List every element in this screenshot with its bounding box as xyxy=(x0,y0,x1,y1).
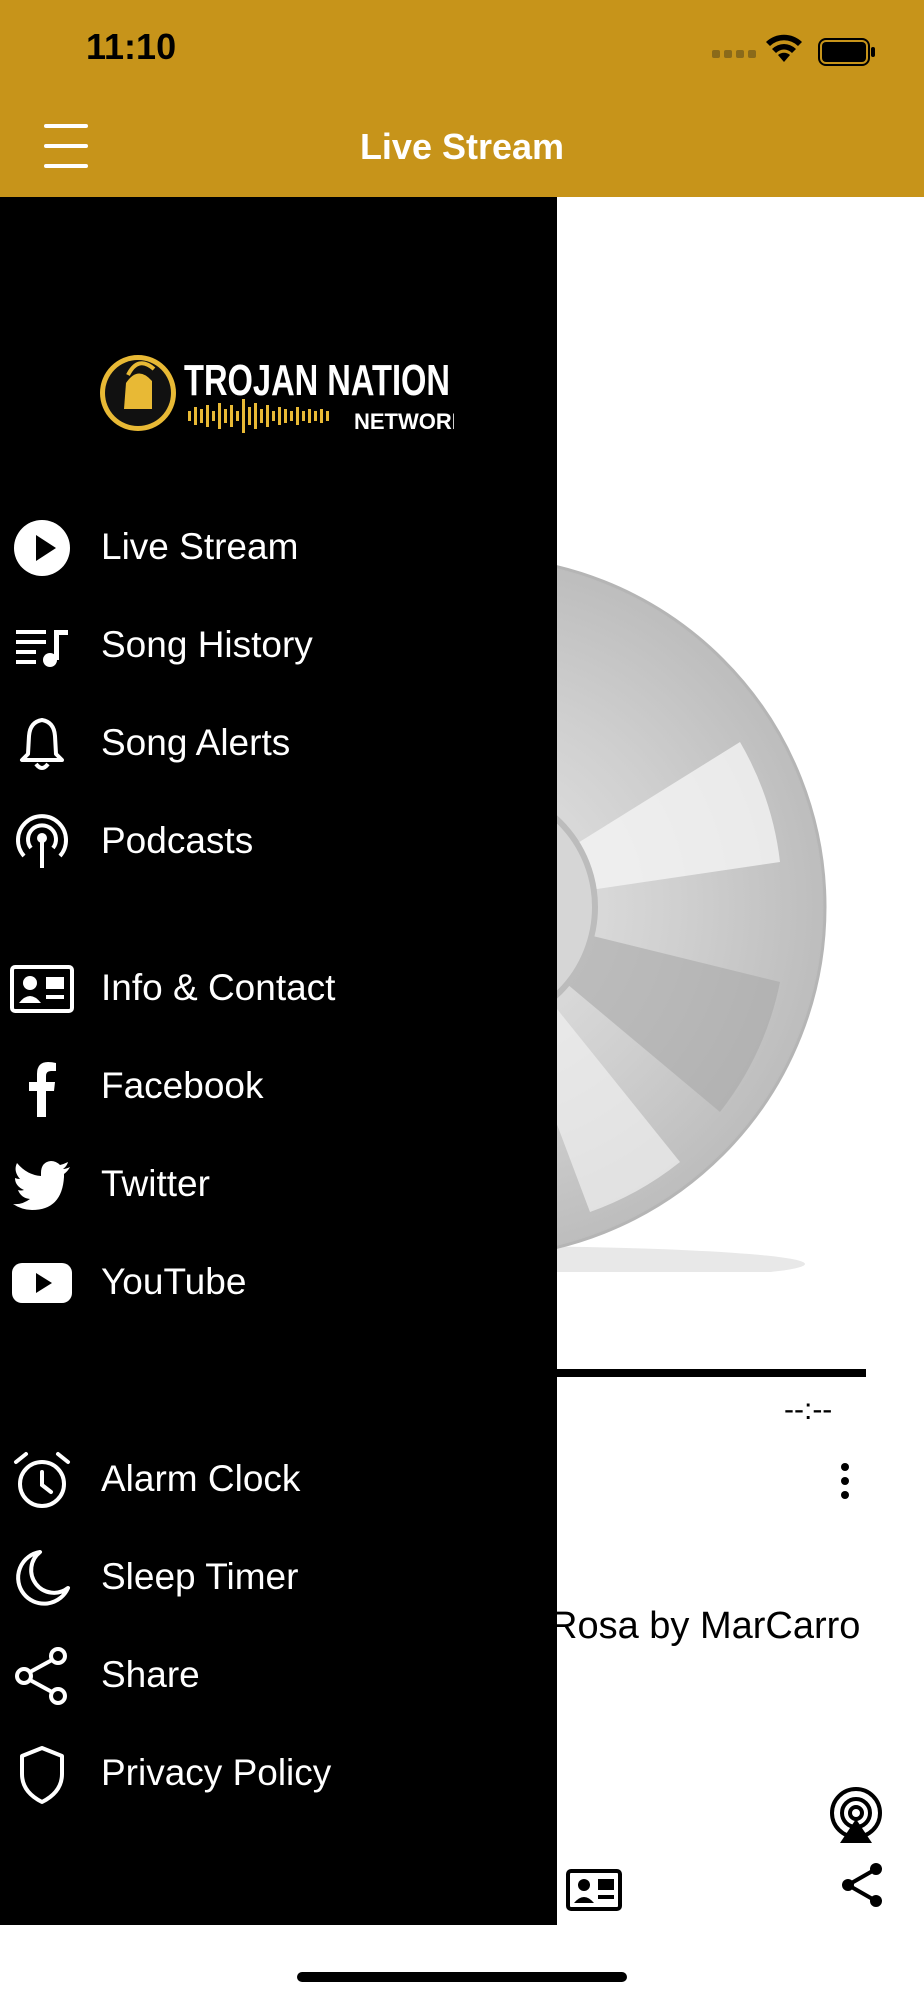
twitter-icon xyxy=(13,1161,70,1210)
menu-item-label: Twitter xyxy=(101,1163,210,1204)
song-artist: Rosa by MarCarro xyxy=(550,1605,861,1647)
trojan-nation-logo: TROJAN NATION NETWORK xyxy=(100,355,454,434)
menu-item-label: Sleep Timer xyxy=(101,1556,299,1597)
share-icon[interactable] xyxy=(838,1861,886,1909)
cellular-signal-icon xyxy=(712,50,756,58)
status-bar: 11:10 xyxy=(0,0,924,100)
menu-item-label: Share xyxy=(101,1654,200,1695)
home-indicator-area xyxy=(0,1925,924,2000)
menu-item-label: Facebook xyxy=(101,1065,264,1106)
battery-icon xyxy=(818,38,875,66)
menu-item-label: Song Alerts xyxy=(101,722,291,763)
menu-item-label: Alarm Clock xyxy=(101,1458,301,1499)
menu-item-podcasts[interactable]: Podcasts xyxy=(0,802,557,882)
menu-item-share[interactable]: Share xyxy=(0,1636,557,1716)
menu-item-label: Podcasts xyxy=(101,820,254,861)
wifi-icon xyxy=(766,34,802,62)
alarm-clock-icon xyxy=(14,1452,70,1508)
playback-progress-bar[interactable] xyxy=(540,1369,866,1377)
playlist-icon xyxy=(16,630,68,667)
menu-item-label: Live Stream xyxy=(101,526,299,567)
play-circle-icon xyxy=(14,520,70,576)
youtube-icon xyxy=(12,1263,72,1303)
menu-item-label: Privacy Policy xyxy=(101,1752,332,1793)
menu-item-song-alerts[interactable]: Song Alerts xyxy=(0,704,557,784)
bell-icon xyxy=(20,718,64,770)
menu-item-song-history[interactable]: Song History xyxy=(0,606,557,686)
navigation-bar: Live Stream xyxy=(0,100,924,197)
menu-item-twitter[interactable]: Twitter xyxy=(0,1145,557,1225)
menu-item-label: Info & Contact xyxy=(101,967,336,1008)
contact-card-icon xyxy=(10,965,74,1013)
menu-item-sleep-timer[interactable]: Sleep Timer xyxy=(0,1538,557,1618)
duration-label: --:-- xyxy=(784,1393,833,1426)
status-time: 11:10 xyxy=(86,26,177,67)
svg-text:TROJAN NATION: TROJAN NATION xyxy=(184,356,450,405)
menu-item-live-stream[interactable]: Live Stream xyxy=(0,508,557,588)
facebook-icon xyxy=(29,1062,56,1117)
menu-item-alarm-clock[interactable]: Alarm Clock xyxy=(0,1440,557,1520)
airplay-icon[interactable] xyxy=(826,1785,886,1845)
svg-text:NETWORK: NETWORK xyxy=(354,409,454,434)
menu-item-privacy-policy[interactable]: Privacy Policy xyxy=(0,1734,557,1814)
shield-icon xyxy=(20,1746,64,1804)
menu-item-youtube[interactable]: YouTube xyxy=(0,1243,557,1323)
menu-item-facebook[interactable]: Facebook xyxy=(0,1047,557,1127)
more-options-icon[interactable] xyxy=(830,1457,860,1507)
contact-card-icon[interactable] xyxy=(566,1869,622,1911)
menu-item-label: YouTube xyxy=(101,1261,247,1302)
menu-item-label: Song History xyxy=(101,624,313,665)
moon-icon xyxy=(16,1550,70,1606)
share-icon xyxy=(15,1647,67,1705)
podcast-icon xyxy=(16,814,68,868)
page-title: Live Stream xyxy=(359,126,565,167)
home-indicator[interactable] xyxy=(297,1972,627,1982)
menu-item-info-contact[interactable]: Info & Contact xyxy=(0,949,557,1029)
side-drawer: TROJAN NATION NETWORK Live Stream xyxy=(0,197,557,1925)
